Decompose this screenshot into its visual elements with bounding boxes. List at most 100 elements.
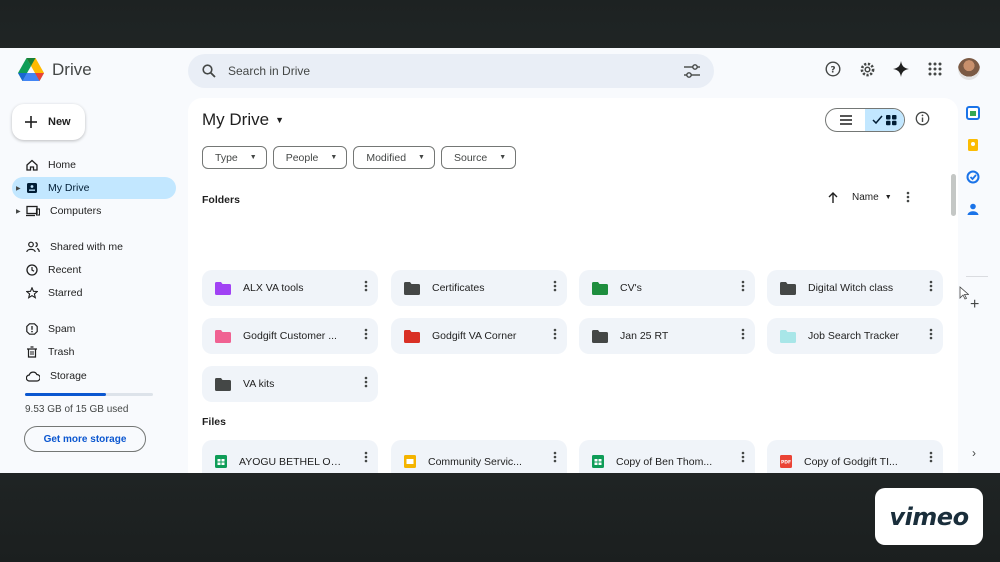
filter-people[interactable]: People ▼ xyxy=(272,146,348,169)
account-avatar[interactable] xyxy=(958,58,980,80)
folder-card[interactable]: CV's xyxy=(579,270,755,306)
clock-icon xyxy=(26,264,38,276)
file-card[interactable]: Community Servic...Community Serv xyxy=(391,440,567,473)
more-vert-icon[interactable] xyxy=(741,327,745,341)
search-options-icon[interactable] xyxy=(684,64,700,78)
sort-label: Name xyxy=(852,191,879,203)
more-vert-icon[interactable] xyxy=(741,450,745,464)
expand-caret-icon[interactable]: ▶ xyxy=(16,208,21,215)
more-vert-icon[interactable] xyxy=(929,327,933,341)
sort-controls: Name ▼ xyxy=(828,191,910,203)
file-name: Copy of Ben Thom... xyxy=(616,455,713,468)
caret-down-icon: ▼ xyxy=(249,154,257,161)
sidebar-item-my-drive[interactable]: ▶ My Drive xyxy=(12,177,176,199)
search-icon[interactable] xyxy=(202,64,216,78)
keep-icon[interactable] xyxy=(966,138,980,152)
file-name: Community Servic... xyxy=(428,455,522,468)
folder-card[interactable]: Godgift Customer ... xyxy=(202,318,378,354)
page-title[interactable]: My Drive ▼ xyxy=(202,110,284,130)
folder-card[interactable]: Digital Witch class xyxy=(767,270,943,306)
more-vert-icon[interactable] xyxy=(741,279,745,293)
sidebar-item-trash[interactable]: Trash xyxy=(12,341,176,363)
more-vert-icon[interactable] xyxy=(929,279,933,293)
folder-icon xyxy=(592,329,608,343)
folder-name: ALX VA tools xyxy=(243,282,304,294)
folder-icon xyxy=(215,377,231,391)
cloud-icon xyxy=(26,371,40,382)
more-vert-icon[interactable] xyxy=(553,279,557,293)
filter-chips: Type ▼ People ▼ Modified ▼ Source ▼ xyxy=(202,146,517,169)
tasks-icon[interactable] xyxy=(966,170,980,184)
filter-source[interactable]: Source ▼ xyxy=(440,146,517,169)
folder-card[interactable]: Jan 25 RT xyxy=(579,318,755,354)
sidebar-item-spam[interactable]: Spam xyxy=(12,318,176,340)
storage-usage-text: 9.53 GB of 15 GB used xyxy=(25,404,129,415)
get-more-storage-button[interactable]: Get more storage xyxy=(24,426,146,452)
sidebar-item-starred[interactable]: Starred xyxy=(12,282,176,304)
folder-card[interactable]: VA kits xyxy=(202,366,378,402)
arrow-up-icon[interactable] xyxy=(828,191,838,203)
storage-usage-bar xyxy=(25,393,153,396)
calendar-icon[interactable] xyxy=(966,106,980,120)
list-view-button[interactable] xyxy=(826,109,865,131)
view-toggle xyxy=(825,108,905,132)
app-name: Drive xyxy=(52,59,92,79)
more-vert-icon[interactable] xyxy=(906,191,910,203)
folder-card[interactable]: Godgift VA Corner xyxy=(391,318,567,354)
more-vert-icon[interactable] xyxy=(553,327,557,341)
folder-card[interactable]: Certificates xyxy=(391,270,567,306)
file-card[interactable]: Copy of Ben Thom... xyxy=(579,440,755,473)
people-icon xyxy=(26,241,40,253)
more-vert-icon[interactable] xyxy=(364,375,368,389)
filter-type[interactable]: Type ▼ xyxy=(202,146,267,169)
more-vert-icon[interactable] xyxy=(929,450,933,464)
side-panel-rail xyxy=(966,106,980,216)
folder-icon xyxy=(780,281,796,295)
info-icon[interactable] xyxy=(915,111,930,131)
more-vert-icon[interactable] xyxy=(553,450,557,464)
folder-card[interactable]: Job Search Tracker xyxy=(767,318,943,354)
sheets-icon xyxy=(215,455,227,468)
sidebar-item-home[interactable]: Home xyxy=(12,154,176,176)
plus-icon xyxy=(25,116,37,128)
new-button[interactable]: New xyxy=(12,104,85,140)
folder-card[interactable]: ALX VA tools xyxy=(202,270,378,306)
folder-name: Job Search Tracker xyxy=(808,330,900,342)
more-vert-icon[interactable] xyxy=(364,450,368,464)
gemini-icon[interactable] xyxy=(890,58,912,80)
drive-window: Drive ? New xyxy=(0,48,1000,473)
main-scrollbar[interactable] xyxy=(951,174,956,216)
storage-usage-fill xyxy=(25,393,106,396)
drive-logo[interactable]: Drive xyxy=(18,58,92,81)
sidebar-item-label: Starred xyxy=(48,287,83,299)
sheets-icon xyxy=(592,455,604,468)
file-card[interactable]: AYOGU BETHEL OL... xyxy=(202,440,378,473)
sidebar-item-storage[interactable]: Storage xyxy=(12,365,176,387)
search-bar[interactable] xyxy=(188,54,714,88)
add-addon-icon[interactable]: + xyxy=(970,296,979,314)
file-card[interactable]: PDFCopy of Godgift TI...CERTIFICATE xyxy=(767,440,943,473)
settings-icon[interactable] xyxy=(856,58,878,80)
sidebar-item-shared-with-me[interactable]: Shared with me xyxy=(12,236,176,258)
folder-icon xyxy=(404,329,420,343)
apps-grid-icon[interactable] xyxy=(924,58,946,80)
sidebar-item-label: Shared with me xyxy=(50,241,123,253)
sidebar-item-recent[interactable]: Recent xyxy=(12,259,176,281)
sidebar-item-label: Trash xyxy=(48,346,75,358)
help-icon[interactable]: ? xyxy=(822,58,844,80)
sidebar-item-label: Home xyxy=(48,159,77,171)
grid-view-button[interactable] xyxy=(865,109,904,131)
sidebar-item-label: Recent xyxy=(48,264,82,276)
search-input[interactable] xyxy=(228,64,672,78)
folder-name: Godgift Customer ... xyxy=(243,330,337,342)
caret-down-icon: ▼ xyxy=(884,193,892,201)
chevron-right-icon[interactable]: › xyxy=(972,446,976,460)
expand-caret-icon[interactable]: ▶ xyxy=(16,185,21,192)
more-vert-icon[interactable] xyxy=(364,279,368,293)
svg-text:PDF: PDF xyxy=(781,460,791,466)
more-vert-icon[interactable] xyxy=(364,327,368,341)
sort-by-button[interactable]: Name ▼ xyxy=(852,192,892,203)
contacts-icon[interactable] xyxy=(966,202,980,216)
filter-modified[interactable]: Modified ▼ xyxy=(353,146,435,169)
sidebar-item-computers[interactable]: ▶ Computers xyxy=(12,200,176,222)
